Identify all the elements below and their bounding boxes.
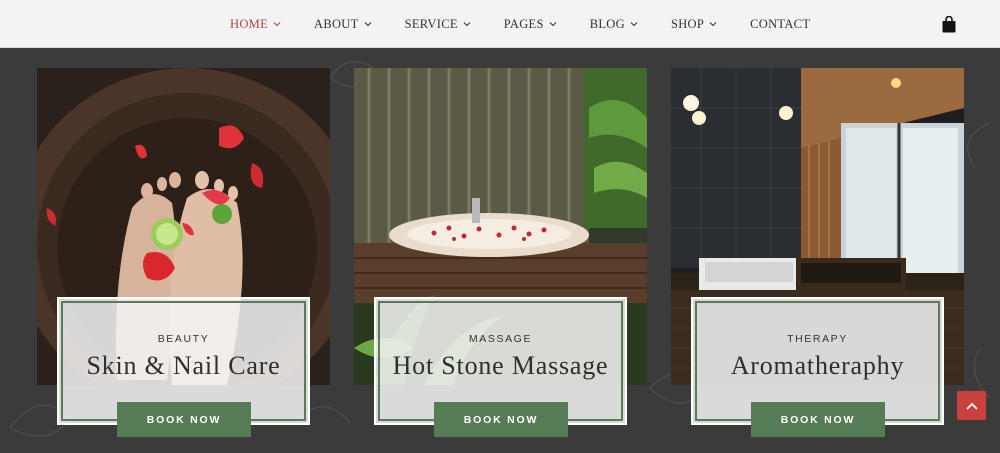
card-title: Hot Stone Massage xyxy=(392,351,609,380)
card-title: Skin & Nail Care xyxy=(86,351,281,380)
chevron-down-icon xyxy=(364,22,371,27)
nav-item-label: SERVICE xyxy=(404,16,458,31)
nav-item-label: PAGES xyxy=(503,16,544,31)
chevron-down-icon xyxy=(630,22,638,27)
nav-item-label: BLOG xyxy=(589,16,625,31)
nav-item-shop[interactable]: SHOP xyxy=(671,17,717,32)
card-category: THERAPY xyxy=(787,333,848,345)
main-menu: HOME ABOUT SERVICE PAGES BLOG SHOP CONTA… xyxy=(230,0,843,48)
nav-item-label: ABOUT xyxy=(314,16,359,31)
chevron-down-icon xyxy=(273,22,281,27)
nav-item-label: SHOP xyxy=(670,16,705,31)
nav-item-label: HOME xyxy=(230,16,269,31)
chevron-up-icon xyxy=(965,402,978,410)
book-now-button[interactable]: BOOK NOW xyxy=(434,402,568,437)
nav-item-label: CONTACT xyxy=(750,16,811,31)
card-category: BEAUTY xyxy=(157,333,210,345)
nav-item-about[interactable]: ABOUT xyxy=(314,17,372,32)
nav-item-blog[interactable]: BLOG xyxy=(590,17,638,32)
chevron-down-icon xyxy=(463,22,471,27)
nav-item-service[interactable]: SERVICE xyxy=(405,17,471,32)
scroll-to-top-button[interactable] xyxy=(957,391,986,420)
top-navbar: HOME ABOUT SERVICE PAGES BLOG SHOP CONTA… xyxy=(0,0,1000,48)
card-title: Aromatheraphy xyxy=(730,351,905,380)
chevron-down-icon xyxy=(549,22,557,27)
shopping-bag-icon[interactable] xyxy=(942,16,956,33)
nav-item-contact[interactable]: CONTACT xyxy=(750,17,810,32)
service-card-therapy: THERAPY Aromatheraphy BOOK NOW xyxy=(671,68,964,453)
book-now-button[interactable]: BOOK NOW xyxy=(117,402,251,437)
service-cards: BEAUTY Skin & Nail Care BOOK NOW MASSAGE… xyxy=(37,68,967,453)
service-card-massage: MASSAGE Hot Stone Massage BOOK NOW xyxy=(354,68,647,453)
nav-item-pages[interactable]: PAGES xyxy=(504,17,557,32)
nav-item-home[interactable]: HOME xyxy=(230,17,281,32)
chevron-down-icon xyxy=(709,22,717,27)
card-category: MASSAGE xyxy=(468,333,533,345)
service-card-beauty: BEAUTY Skin & Nail Care BOOK NOW xyxy=(37,68,330,453)
book-now-button[interactable]: BOOK NOW xyxy=(751,402,885,437)
